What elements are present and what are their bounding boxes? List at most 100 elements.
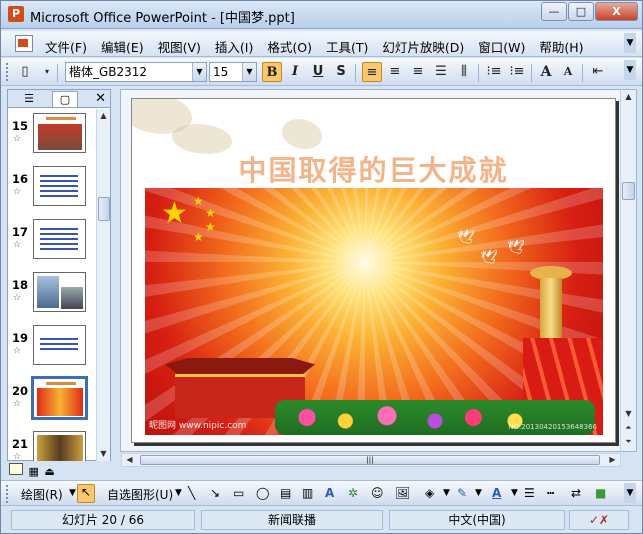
align-right-icon[interactable]: ≡ [408,62,428,82]
slide-title[interactable]: 中国取得的巨大成就 [132,149,615,189]
menu-tools[interactable]: 工具(T) [326,37,368,56]
design-template-name[interactable]: 新闻联播 [201,510,383,530]
shadow-button[interactable]: S [331,62,351,82]
title-bar[interactable]: P Microsoft Office PowerPoint - [中国梦.ppt… [1,1,642,29]
new-document-icon[interactable]: ▯ [15,62,35,82]
scroll-up-arrow-icon[interactable]: ▲ [97,109,110,123]
previous-slide-icon[interactable]: ⏶ [622,421,635,435]
menu-edit[interactable]: 编辑(E) [101,37,144,56]
dropdown-arrow-icon[interactable]: ▾ [37,62,57,82]
scroll-right-arrow-icon[interactable]: ▶ [606,453,619,467]
slide-vertical-scrollbar[interactable]: ▲ ▼ ⏶ ⏷ [620,90,636,451]
toolbar-grip[interactable] [6,63,9,81]
vertical-textbox-icon[interactable]: ▥ [302,486,313,500]
numbering-icon[interactable]: ⁝≡ [484,62,504,82]
toolbar-options-chevron-icon[interactable]: ▼ [624,483,636,503]
slide-thumbnail[interactable] [33,272,86,312]
rectangle-tool-icon[interactable]: ▭ [233,486,244,500]
scroll-down-arrow-icon[interactable]: ▼ [97,447,110,461]
next-slide-icon[interactable]: ⏷ [622,435,635,449]
close-button[interactable]: X [595,2,638,21]
language-indicator[interactable]: 中文(中国) [389,510,565,530]
slide-thumbnail[interactable] [31,376,88,420]
diagram-icon[interactable]: ✲ [348,486,358,500]
chevron-down-icon[interactable]: ▼ [443,488,450,498]
slide-thumbnail-row[interactable]: 21 ☆ [8,427,96,461]
font-name-combo[interactable]: 楷体_GB2312 ▼ [65,62,207,82]
slide-thumbnail-row[interactable]: 19 ☆ [8,321,96,374]
scrollbar-thumb[interactable] [622,182,635,200]
dash-style-icon[interactable]: ┅ [547,486,554,500]
insert-picture-icon[interactable]: 🖼 [395,486,410,500]
scroll-left-arrow-icon[interactable]: ◀ [123,453,136,467]
fill-color-icon[interactable]: ◈ [425,486,434,500]
line-color-icon[interactable]: ✎ [457,486,467,500]
slide-thumbnail-row-selected[interactable]: 20 ☆ [8,374,96,427]
toolbar-options-chevron-icon[interactable]: ▼ [624,60,636,80]
slideshow-view-icon[interactable]: ⏏ [44,465,54,478]
slide-thumbnail-row[interactable]: 15 ☆ [8,109,96,162]
chevron-down-icon[interactable]: ▼ [475,488,482,498]
slide-thumbnail[interactable] [33,166,86,206]
chevron-down-icon[interactable]: ▼ [242,63,256,81]
document-icon[interactable] [15,35,33,52]
menu-insert[interactable]: 插入(I) [215,37,253,56]
menu-slideshow[interactable]: 幻灯片放映(D) [382,37,464,56]
menu-help[interactable]: 帮助(H) [539,37,583,56]
arrow-style-icon[interactable]: ⇄ [571,486,581,500]
shrink-font-button[interactable]: A [558,62,578,82]
slide-thumbnail[interactable] [33,431,86,461]
slide-thumbnail[interactable] [33,325,86,365]
scrollbar-thumb[interactable] [98,197,110,221]
textbox-tool-icon[interactable]: ▤ [280,486,291,500]
menu-file[interactable]: 文件(F) [45,37,87,56]
arrow-tool-icon[interactable]: ↘ [210,486,220,500]
italic-button[interactable]: I [285,62,305,82]
chevron-down-icon[interactable]: ▼ [192,63,206,81]
autoshapes-menu-button[interactable]: 自选图形(U) [107,486,173,503]
chevron-down-icon[interactable]: ▼ [511,488,518,498]
oval-tool-icon[interactable]: ◯ [256,486,269,500]
align-left-icon[interactable]: ≡ [362,62,382,82]
decrease-indent-icon[interactable]: ⇤ [588,62,608,82]
spelling-check-icon[interactable]: ✓✗ [569,510,629,530]
chevron-down-icon[interactable]: ▼ [175,488,182,498]
toolbar-options-chevron-icon[interactable]: ▼ [624,33,636,53]
distributed-align-icon[interactable]: ☰ [431,62,451,82]
font-color-icon[interactable]: A [492,486,501,500]
slide-photo[interactable]: ★ ★ ★ ★ ★ 🕊 🕊 🕊 昵图网 www.nipic.com NO:201… [145,188,603,435]
scrollbar-thumb[interactable]: ||| [140,455,600,465]
clipart-icon[interactable]: ☺ [371,486,384,500]
close-pane-icon[interactable]: ✕ [95,90,106,107]
3d-style-icon[interactable]: ■ [595,486,606,500]
normal-view-icon[interactable] [9,463,23,475]
wordart-icon[interactable]: A [325,486,334,500]
underline-button[interactable]: U [308,62,328,82]
font-size-combo[interactable]: 15 ▼ [209,62,257,82]
outline-tab-icon[interactable]: ☰ [16,91,42,107]
slide-horizontal-scrollbar[interactable]: ◀ ||| ▶ [121,453,621,467]
slide-thumbnail-row[interactable]: 17 ☆ [8,215,96,268]
slides-pane-scrollbar[interactable]: ▲ ▼ [96,109,110,461]
slide-thumbnail[interactable] [33,113,86,153]
slide-sorter-view-icon[interactable]: ▦ [29,465,39,478]
bullets-icon[interactable]: ⁝≡ [507,62,527,82]
line-tool-icon[interactable]: ╲ [188,486,195,500]
slides-tab-icon[interactable]: ▢ [52,91,78,107]
menu-view[interactable]: 视图(V) [158,37,201,56]
scroll-down-arrow-icon[interactable]: ▼ [622,407,635,421]
slide-thumbnail-row[interactable]: 18 ☆ [8,268,96,321]
menu-format[interactable]: 格式(O) [267,37,312,56]
align-center-icon[interactable]: ≡ [385,62,405,82]
scroll-up-arrow-icon[interactable]: ▲ [622,90,635,104]
grow-font-button[interactable]: A [536,62,556,82]
chevron-down-icon[interactable]: ▼ [69,488,76,498]
powerpoint-app-icon[interactable]: P [8,6,24,22]
draw-menu-button[interactable]: 绘图(R) [21,486,63,503]
current-slide[interactable]: 中国取得的巨大成就 ★ ★ ★ ★ ★ 🕊 🕊 🕊 昵图网 www.nipic.… [131,98,616,443]
menu-window[interactable]: 窗口(W) [478,37,525,56]
vertical-text-icon[interactable]: ⫼ [454,62,474,82]
select-pointer-icon[interactable]: ↖ [77,484,95,503]
slide-thumbnail[interactable] [33,219,86,259]
toolbar-grip[interactable] [6,485,9,503]
